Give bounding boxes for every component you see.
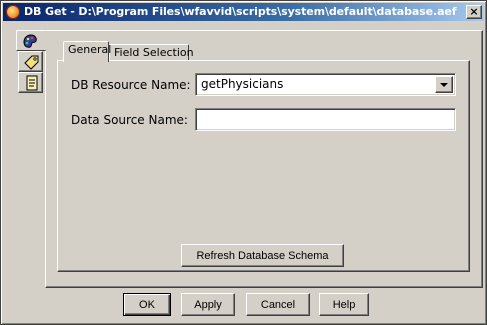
tab-general[interactable]: General	[63, 41, 111, 62]
dialog-window: DB Get - D:\Program Files\wfavvid\script…	[0, 0, 487, 325]
side-tab-document[interactable]	[18, 72, 43, 93]
side-tab-palette[interactable]	[16, 30, 46, 51]
chevron-down-icon[interactable]	[435, 76, 453, 93]
window-title: DB Get - D:\Program Files\wfavvid\script…	[24, 5, 457, 18]
help-button[interactable]: Help	[319, 293, 369, 316]
db-resource-name-value: getPhysicians	[201, 77, 284, 91]
side-tab-tag[interactable]	[18, 51, 43, 72]
refresh-database-schema-button[interactable]: Refresh Database Schema	[181, 244, 344, 267]
data-source-name-label: Data Source Name:	[71, 113, 188, 127]
tag-icon	[24, 55, 39, 70]
db-resource-name-dropdown[interactable]: getPhysicians	[195, 73, 456, 96]
app-icon	[6, 5, 20, 19]
palette-icon	[23, 34, 37, 48]
data-source-name-input[interactable]	[195, 108, 456, 131]
document-icon	[26, 75, 38, 91]
close-button[interactable]: ×	[466, 5, 482, 19]
apply-button[interactable]: Apply	[181, 293, 235, 316]
db-resource-name-label: DB Resource Name:	[71, 78, 191, 92]
cancel-button[interactable]: Cancel	[246, 293, 310, 316]
title-bar[interactable]: DB Get - D:\Program Files\wfavvid\script…	[3, 3, 484, 21]
ok-button[interactable]: OK	[123, 293, 171, 316]
